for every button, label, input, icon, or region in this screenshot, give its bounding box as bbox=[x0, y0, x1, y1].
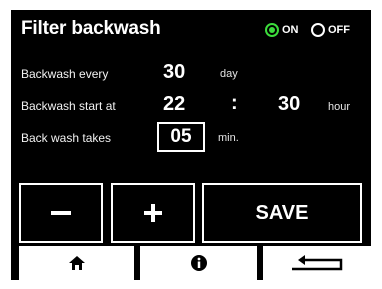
time-separator: : bbox=[231, 92, 238, 114]
minus-icon bbox=[51, 211, 71, 215]
decrement-button[interactable] bbox=[19, 183, 103, 243]
start-label: Backwash start at bbox=[21, 99, 116, 113]
home-button[interactable] bbox=[19, 246, 134, 280]
backwash-screen: Filter backwash ON OFF Backwash every 30… bbox=[11, 10, 371, 280]
increment-button[interactable] bbox=[111, 183, 195, 243]
toggle-off-label: OFF bbox=[328, 24, 350, 36]
radio-off-icon[interactable] bbox=[311, 23, 325, 37]
duration-label: Back wash takes bbox=[21, 131, 112, 145]
toggle-on-label: ON bbox=[282, 24, 299, 36]
duration-input[interactable]: 05 bbox=[157, 122, 205, 152]
every-value[interactable]: 30 bbox=[163, 61, 185, 84]
save-label: SAVE bbox=[255, 201, 309, 224]
back-button[interactable] bbox=[263, 246, 371, 280]
toggle-on-option[interactable]: ON bbox=[265, 21, 299, 39]
save-button[interactable]: SAVE bbox=[202, 183, 362, 243]
info-button[interactable] bbox=[140, 246, 257, 280]
radio-on-icon[interactable] bbox=[265, 23, 279, 37]
plus-icon bbox=[144, 204, 162, 222]
every-unit: day bbox=[220, 68, 238, 80]
toggle-off-option[interactable]: OFF bbox=[311, 21, 350, 39]
page-title: Filter backwash bbox=[21, 18, 161, 39]
start-hour-value[interactable]: 22 bbox=[163, 93, 185, 116]
home-icon bbox=[68, 256, 85, 270]
back-arrow-icon bbox=[292, 255, 343, 271]
start-minute-value[interactable]: 30 bbox=[278, 93, 300, 116]
every-label: Backwash every bbox=[21, 67, 109, 81]
duration-unit: min. bbox=[218, 132, 239, 144]
start-unit: hour bbox=[328, 101, 351, 113]
info-icon bbox=[190, 255, 207, 271]
